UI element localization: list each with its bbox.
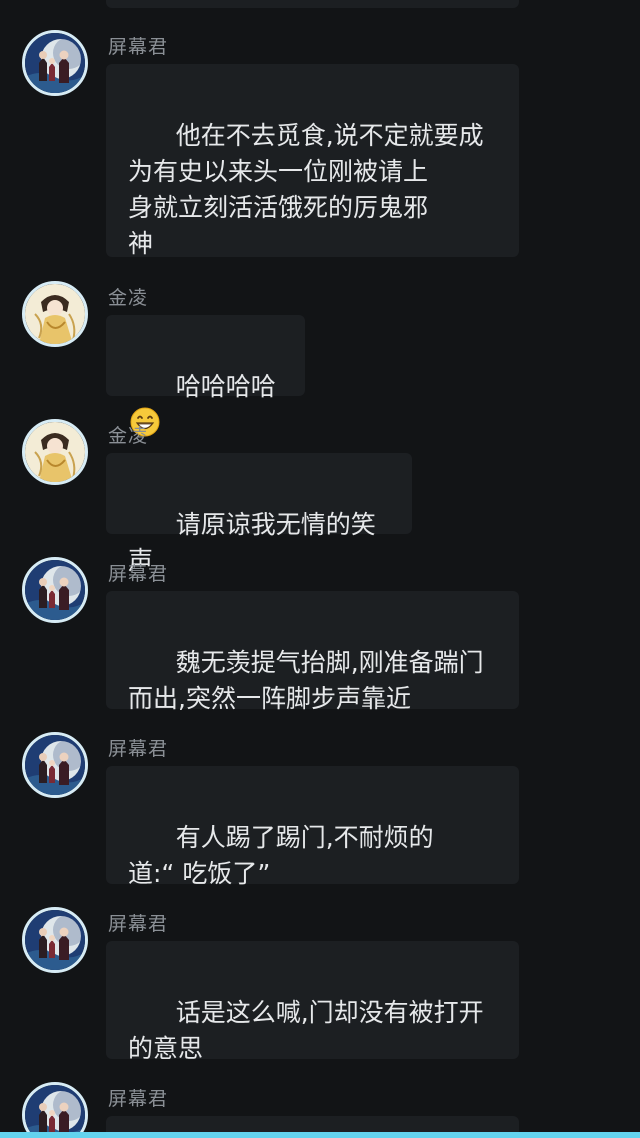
sender-name[interactable]: 屏幕君 — [108, 909, 168, 936]
avatar[interactable] — [22, 732, 88, 798]
sender-name[interactable]: 屏幕君 — [108, 1084, 168, 1111]
avatar[interactable] — [22, 907, 88, 973]
message-bubble[interactable]: 魏无羡提气抬脚,刚准备踹门 而出,突然一阵脚步声靠近 — [106, 591, 519, 713]
message-bubble[interactable]: 有人踢了踢门,不耐烦的 道:“ 吃饭了” — [106, 766, 519, 888]
message-bubble[interactable]: 请原谅我无情的笑声 — [106, 453, 412, 575]
avatar[interactable] — [22, 30, 88, 96]
golden-robe-avatar-icon — [25, 422, 85, 482]
avatar[interactable] — [22, 281, 88, 347]
sender-name[interactable]: 金凌 — [108, 283, 148, 310]
moon-night-avatar-icon — [25, 33, 85, 93]
sender-name[interactable]: 屏幕君 — [108, 559, 168, 586]
message-bubble[interactable]: 话是这么喊,门却没有被打开 的意思 — [106, 941, 519, 1063]
message-text: 有人踢了踢门,不耐烦的 道:“ 吃饭了” — [128, 823, 434, 888]
message-text: 魏无羡提气抬脚,刚准备踹门 而出,突然一阵脚步声靠近 — [128, 648, 484, 713]
message-text: 哈哈哈哈 — [175, 372, 276, 401]
message-text: 话是这么喊,门却没有被打开 的意思 — [128, 998, 484, 1063]
moon-night-avatar-icon — [25, 1085, 85, 1138]
sender-name[interactable]: 金凌 — [108, 421, 148, 448]
sender-name[interactable]: 屏幕君 — [108, 32, 168, 59]
golden-robe-avatar-icon — [25, 284, 85, 344]
moon-night-avatar-icon — [25, 910, 85, 970]
avatar[interactable] — [22, 557, 88, 623]
previous-message-bubble — [106, 0, 519, 8]
message-bubble[interactable]: 他在不去觅食,说不定就要成 为有史以来头一位刚被请上 身就立刻活活饿死的厉鬼邪 … — [106, 64, 519, 258]
avatar[interactable] — [22, 419, 88, 485]
moon-night-avatar-icon — [25, 560, 85, 620]
avatar[interactable] — [22, 1082, 88, 1138]
message-bubble[interactable]: 哈哈哈哈 — [106, 315, 305, 396]
message-text: 他在不去觅食,说不定就要成 为有史以来头一位刚被请上 身就立刻活活饿死的厉鬼邪 … — [128, 121, 484, 258]
bottom-accent-bar — [0, 1132, 640, 1138]
moon-night-avatar-icon — [25, 735, 85, 795]
chat-message-list[interactable]: 屏幕君 他在不去觅食,说不定就要成 为有史以来头一位刚被请上 身就立刻活活饿死的… — [0, 0, 640, 1138]
sender-name[interactable]: 屏幕君 — [108, 734, 168, 761]
